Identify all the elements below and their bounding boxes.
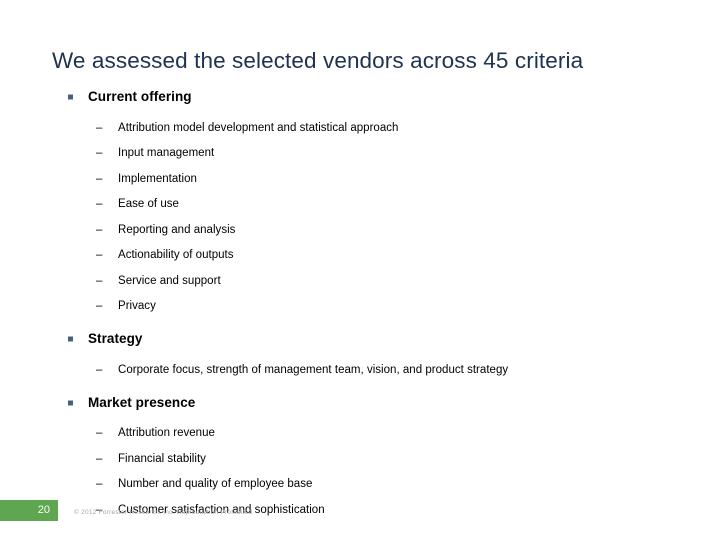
bullet-level2-label: Ease of use	[118, 198, 179, 211]
bullet-level2-item: – Actionability of outputs	[0, 243, 720, 269]
dash-bullet-icon: –	[96, 223, 103, 236]
bullet-level2-label: Privacy	[118, 300, 156, 313]
bullet-level1-market-presence: Market presence	[0, 390, 720, 416]
bullet-group-strategy: Strategy – Corporate focus, strength of …	[0, 326, 720, 383]
bullet-level2-label: Actionability of outputs	[118, 249, 234, 262]
bullet-level2-item: – Corporate focus, strength of managemen…	[0, 357, 720, 383]
bullet-level2-label: Implementation	[118, 172, 197, 185]
bullet-group-market-presence: Market presence – Attribution revenue – …	[0, 390, 720, 523]
bullet-level1-label: Market presence	[88, 394, 196, 410]
page-title: We assessed the selected vendors across …	[52, 48, 584, 74]
bullet-level2-item: – Implementation	[0, 166, 720, 192]
bullet-level2-label: Corporate focus, strength of management …	[118, 363, 509, 376]
bullet-level1-strategy: Strategy	[0, 326, 720, 352]
dash-bullet-icon: –	[96, 274, 103, 287]
bullet-level2-item: – Ease of use	[0, 192, 720, 218]
bullet-level2-label: Attribution revenue	[118, 427, 215, 440]
square-bullet-icon	[68, 400, 73, 405]
bullet-level2-item: – Input management	[0, 141, 720, 167]
dash-bullet-icon: –	[96, 249, 103, 262]
dash-bullet-icon: –	[96, 147, 103, 160]
bullet-level2-item: – Attribution model development and stat…	[0, 115, 720, 141]
bullet-level2-label: Financial stability	[118, 452, 206, 465]
bullet-level1-label: Current offering	[88, 89, 192, 104]
dash-bullet-icon: –	[96, 452, 103, 465]
copyright-notice: © 2012 Forrester Research, Inc. Reproduc…	[74, 509, 253, 516]
dash-bullet-icon: –	[96, 300, 103, 313]
slide-canvas: We assessed the selected vendors across …	[0, 0, 720, 540]
bullet-level1-current-offering: Current offering	[0, 84, 720, 110]
bullet-group-current-offering: Current offering – Attribution model dev…	[0, 84, 720, 319]
dash-bullet-icon: –	[96, 198, 103, 211]
bullet-level2-item: – Attribution revenue	[0, 421, 720, 447]
square-bullet-icon	[68, 94, 73, 100]
bullet-level2-label: Input management	[118, 147, 215, 160]
page-number: 20	[37, 504, 50, 516]
dash-bullet-icon: –	[96, 121, 103, 134]
bullet-level1-label: Strategy	[88, 331, 143, 346]
bullet-level2-item: – Reporting and analysis	[0, 217, 720, 243]
bullet-level2-label: Attribution model development and statis…	[118, 121, 399, 134]
bullet-level2-label: Reporting and analysis	[118, 223, 236, 236]
bullet-level2-item: – Privacy	[0, 294, 720, 320]
bullet-level2-item: – Service and support	[0, 268, 720, 294]
square-bullet-icon	[68, 336, 73, 342]
dash-bullet-icon: –	[96, 427, 103, 440]
page-number-block: 20	[0, 500, 58, 521]
bullet-level2-label: Number and quality of employee base	[118, 478, 313, 491]
bullet-level2-label: Service and support	[118, 274, 221, 287]
bullet-level2-item: – Financial stability	[0, 446, 720, 472]
dash-bullet-icon: –	[96, 478, 103, 491]
bullet-list: Current offering – Attribution model dev…	[0, 84, 720, 523]
dash-bullet-icon: –	[96, 172, 103, 185]
bullet-level2-item: – Number and quality of employee base	[0, 472, 720, 498]
dash-bullet-icon: –	[96, 363, 103, 376]
